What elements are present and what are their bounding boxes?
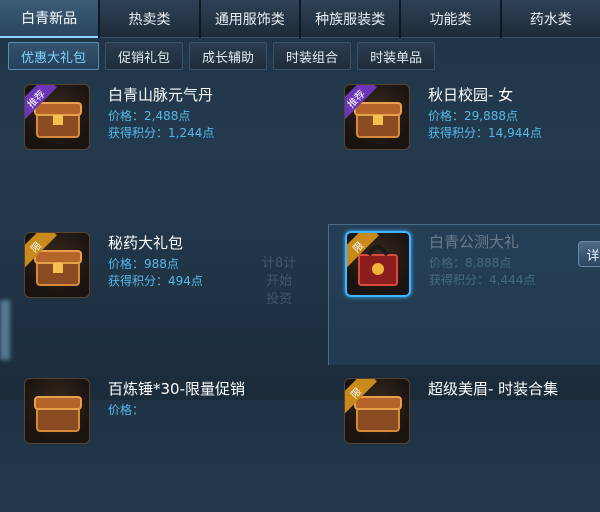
top-tab-bar: 白青新品 热卖类 通用服饰类 种族服装类 功能类 药水类	[0, 0, 600, 38]
watermark-line: 开始	[266, 274, 293, 289]
item-name: 白青山脉元气丹	[108, 86, 214, 104]
red-gift-box-icon: 限	[345, 231, 411, 297]
subtab-discount-bundle[interactable]: 优惠大礼包	[8, 42, 100, 70]
background-watermark: 计8计 开始 投资	[262, 255, 296, 309]
subtab-fashion-set[interactable]: 时装组合	[273, 42, 352, 70]
tab-potion[interactable]: 药水类	[501, 0, 600, 38]
item-price: 价格：8,888点	[429, 256, 512, 270]
tab-baiqing-new[interactable]: 白青新品	[0, 0, 99, 38]
tab-hot[interactable]: 热卖类	[100, 0, 199, 38]
item-price: 价格：29,888点	[428, 109, 518, 123]
item-card[interactable]: 限 超级美眉- 时装合集	[328, 372, 600, 512]
item-points: 获得积分：14,944点	[428, 126, 542, 140]
tab-general-apparel[interactable]: 通用服饰类	[200, 0, 299, 38]
item-points: 获得积分：494点	[108, 274, 203, 288]
treasure-chest-icon: 推荐	[24, 84, 90, 150]
tab-race-apparel[interactable]: 种族服装类	[300, 0, 400, 38]
watermark-line: 计8计	[262, 256, 297, 271]
item-card[interactable]: 百炼锤*30-限量促销 价格：	[8, 372, 304, 512]
subtab-promo-bundle[interactable]: 促销礼包	[105, 42, 184, 70]
treasure-chest-icon: 限	[344, 378, 410, 444]
item-name: 白青公测大礼	[429, 233, 520, 251]
item-points: 获得积分：1,244点	[108, 126, 215, 140]
subtab-fashion-single[interactable]: 时装单品	[357, 42, 436, 70]
item-card[interactable]: 推荐 秋日校园- 女 价格：29,888点 获得积分：14,944点	[328, 78, 600, 218]
treasure-chest-icon: 限	[24, 232, 90, 298]
item-points: 获得积分：4,444点	[429, 273, 536, 287]
item-name: 超级美眉- 时装合集	[428, 380, 559, 398]
treasure-chest-icon: 推荐	[344, 84, 410, 150]
item-name: 百炼锤*30-限量促销	[108, 380, 246, 398]
item-name: 秘药大礼包	[108, 234, 184, 252]
item-name: 秋日校园- 女	[428, 86, 514, 104]
item-grid: 推荐 白青山脉元气丹 价格：2,488点 获得积分：1,244点 推荐 秋日校园…	[8, 78, 600, 444]
item-card[interactable]: 限 秘药大礼包 价格：988点 获得积分：494点	[8, 226, 304, 366]
sub-tab-bar: 优惠大礼包 促销礼包 成长辅助 时装组合 时装单品	[0, 42, 600, 72]
watermark-line: 投资	[266, 292, 293, 307]
detail-button[interactable]: 详	[578, 241, 600, 267]
item-card-selected[interactable]: 限 白青公测大礼 价格：8,888点 获得积分：4,444点	[328, 224, 600, 365]
subtab-growth-aid[interactable]: 成长辅助	[189, 42, 268, 70]
item-price: 价格：	[108, 403, 145, 417]
item-price: 价格：2,488点	[108, 109, 191, 123]
edge-glow	[0, 300, 10, 360]
treasure-chest-icon	[24, 378, 90, 444]
item-price: 价格：988点	[108, 257, 179, 271]
tab-function[interactable]: 功能类	[401, 0, 500, 38]
item-card[interactable]: 推荐 白青山脉元气丹 价格：2,488点 获得积分：1,244点	[8, 78, 304, 218]
